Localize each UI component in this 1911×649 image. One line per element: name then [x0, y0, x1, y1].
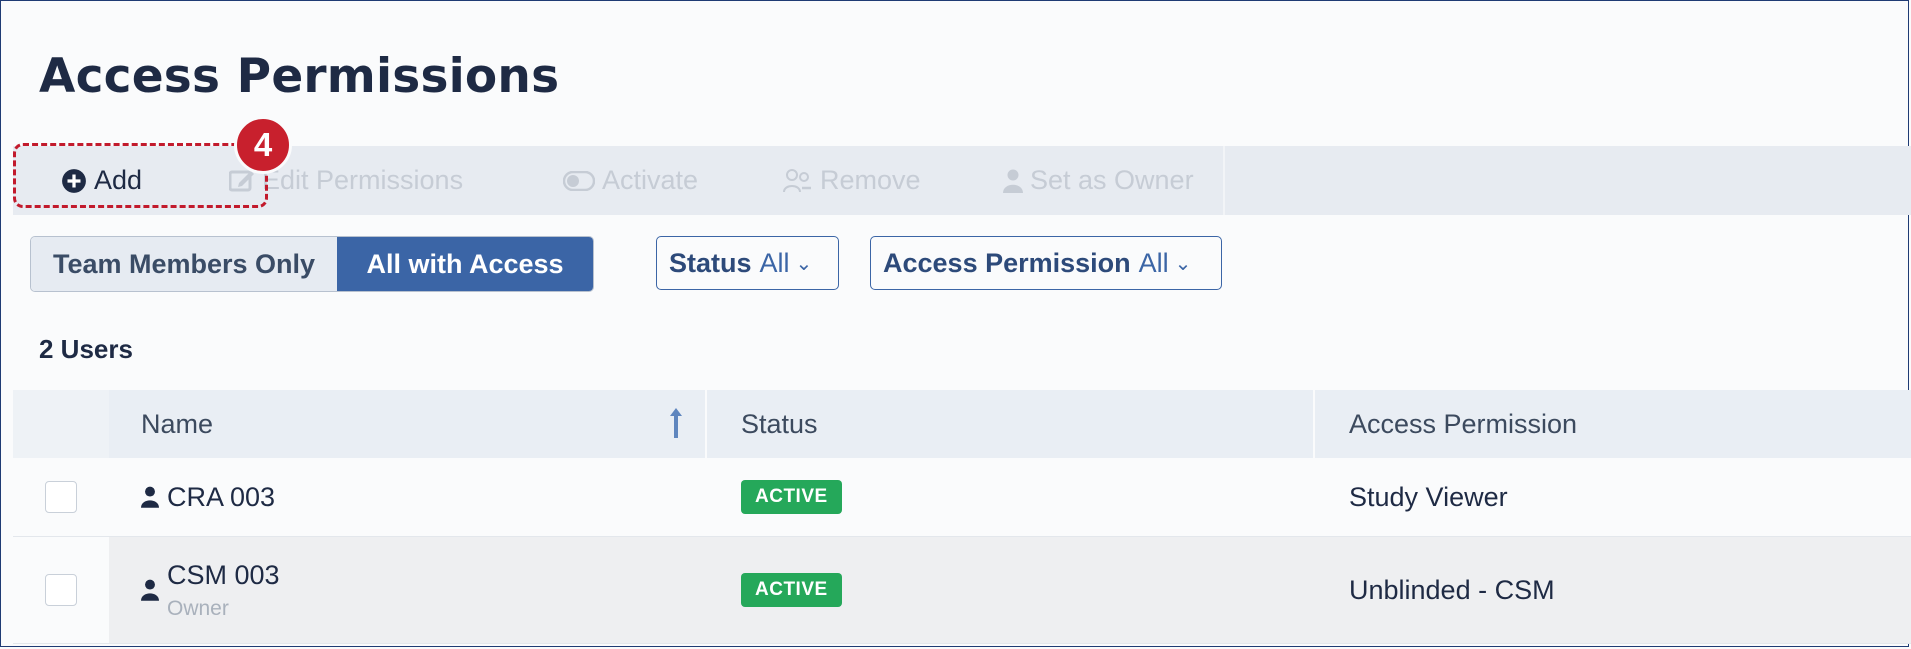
- remove-users-icon: [783, 168, 813, 194]
- user-name: CSM 003: [167, 559, 280, 590]
- table-row[interactable]: CRA 003 ACTIVE Study Viewer: [13, 458, 1911, 537]
- page-title: Access Permissions: [39, 49, 560, 104]
- chevron-down-icon: ⌄: [795, 252, 813, 275]
- status-cell: ACTIVE: [709, 537, 1315, 643]
- remove-label: Remove: [820, 165, 921, 195]
- row-checkbox[interactable]: [45, 481, 77, 513]
- access-permission-column-header[interactable]: Access Permission: [1317, 390, 1911, 458]
- status-badge: ACTIVE: [741, 573, 842, 607]
- name-column-header[interactable]: Name: [109, 390, 707, 458]
- access-permission-cell: Unblinded - CSM: [1349, 574, 1555, 605]
- name-stack: CSM 003 Owner: [167, 560, 280, 621]
- view-toggle: Team Members Only All with Access: [30, 236, 594, 292]
- row-select-cell: [13, 537, 109, 643]
- table-header: Name Status Access Permission: [13, 390, 1911, 458]
- user-icon: [1003, 169, 1023, 193]
- status-cell: ACTIVE: [709, 458, 1315, 536]
- row-checkbox[interactable]: [45, 574, 77, 606]
- header-select-column: [13, 390, 109, 458]
- access-header-label: Access Permission: [1349, 408, 1578, 439]
- step-number-badge: 4: [234, 116, 292, 174]
- set-as-owner-button[interactable]: Set as Owner: [1003, 146, 1194, 215]
- activate-button[interactable]: Activate: [563, 146, 698, 215]
- all-with-access-toggle[interactable]: All with Access: [337, 237, 593, 291]
- user-count: 2 Users: [39, 334, 133, 364]
- name-cell: CRA 003: [109, 458, 707, 536]
- users-table: Name Status Access Permission CRA 003 AC…: [13, 390, 1911, 644]
- user-icon: [141, 486, 159, 508]
- activate-label: Activate: [602, 165, 699, 195]
- remove-button[interactable]: Remove: [783, 146, 921, 215]
- name-header-label: Name: [141, 408, 214, 439]
- edit-permissions-label: Edit Permissions: [262, 165, 464, 195]
- row-select-cell: [13, 458, 109, 536]
- status-badge: ACTIVE: [741, 480, 842, 514]
- user-name: CRA 003: [167, 481, 276, 512]
- toolbar-divider: [1223, 146, 1225, 215]
- access-permission-cell: Study Viewer: [1349, 481, 1508, 512]
- access-filter-label: Access Permission: [883, 247, 1131, 278]
- toggle-icon: [563, 170, 595, 191]
- status-filter[interactable]: Status All ⌄: [656, 236, 839, 290]
- status-filter-value: All: [759, 247, 790, 278]
- access-permission-filter[interactable]: Access Permission All ⌄: [870, 236, 1222, 290]
- status-filter-label: Status: [669, 247, 752, 278]
- user-icon: [141, 579, 159, 601]
- chevron-down-icon: ⌄: [1174, 252, 1192, 275]
- status-column-header[interactable]: Status: [709, 390, 1315, 458]
- access-filter-value: All: [1138, 247, 1169, 278]
- team-members-only-toggle[interactable]: Team Members Only: [31, 237, 337, 291]
- arrow-up-icon[interactable]: [669, 406, 683, 447]
- access-permissions-panel: Access Permissions Add Edit Permissions …: [0, 0, 1911, 647]
- set-as-owner-label: Set as Owner: [1030, 165, 1194, 195]
- owner-label: Owner: [167, 596, 229, 620]
- action-toolbar: Add Edit Permissions Activate Remove Set…: [13, 146, 1911, 215]
- name-cell: CSM 003 Owner: [109, 537, 707, 643]
- add-button-callout-outline: [13, 143, 268, 208]
- status-header-label: Status: [741, 408, 818, 439]
- table-row[interactable]: CSM 003 Owner ACTIVE Unblinded - CSM: [13, 537, 1911, 644]
